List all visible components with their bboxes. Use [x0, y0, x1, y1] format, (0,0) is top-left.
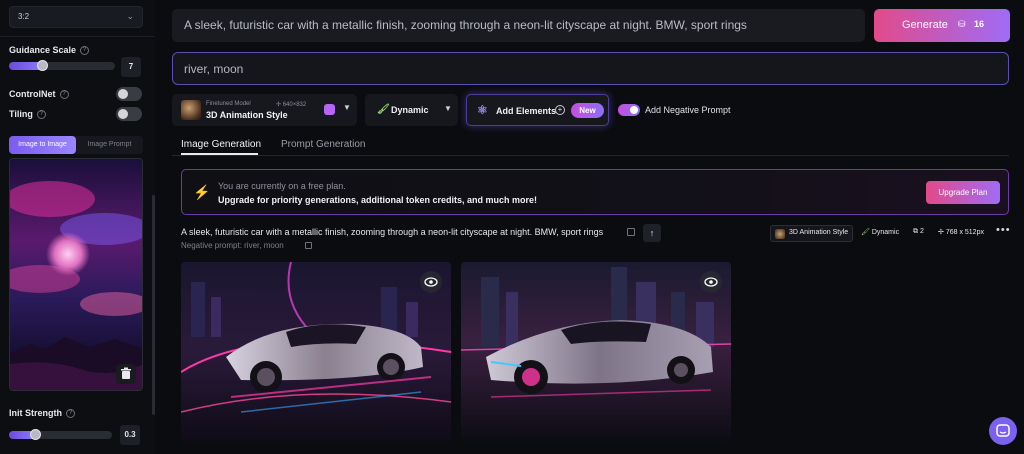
- images-icon: ⧉: [913, 228, 918, 235]
- generation-size-text: 768 x 512px: [945, 229, 984, 236]
- tab-image-generation[interactable]: Image Generation: [181, 139, 261, 150]
- copy-icon[interactable]: [627, 228, 635, 236]
- controlnet-toggle[interactable]: [116, 87, 142, 101]
- caret-down-icon: ▼: [343, 103, 351, 112]
- help-icon[interactable]: ?: [66, 409, 75, 419]
- caret-down-icon: ▼: [444, 104, 452, 113]
- negative-prompt-toggle-label[interactable]: Add Negative Prompt: [645, 105, 731, 115]
- more-options-icon[interactable]: •••: [996, 224, 1011, 236]
- model-dimensions-text: 640×832: [282, 102, 307, 108]
- help-icon[interactable]: ?: [80, 46, 90, 56]
- controlnet-label-text: ControlNet: [9, 89, 56, 99]
- generated-image-art: [461, 262, 731, 442]
- tiling-label: Tiling?: [9, 109, 46, 120]
- generated-image-art: [181, 262, 451, 442]
- guidance-scale-slider[interactable]: [9, 60, 115, 71]
- init-image-art: [10, 159, 142, 390]
- generation-model-badge: 3D Animation Style: [770, 225, 854, 242]
- guidance-scale-label: Guidance Scale?: [9, 45, 90, 56]
- toggle-knob: [118, 89, 128, 99]
- arrow-up-icon[interactable]: ↑: [643, 224, 661, 242]
- guidance-scale-label-text: Guidance Scale: [9, 45, 77, 55]
- generation-style-text: Dynamic: [871, 229, 900, 236]
- slider-handle[interactable]: [30, 429, 41, 440]
- guidance-scale-value[interactable]: 7: [121, 57, 141, 77]
- generated-image[interactable]: [181, 262, 451, 442]
- banner-line-2: Upgrade for priority generations, additi…: [218, 195, 538, 205]
- generation-model-text: 3D Animation Style: [789, 229, 849, 236]
- init-image: [9, 158, 143, 391]
- dimensions-icon: ✢: [938, 229, 944, 236]
- plus-icon: +: [555, 105, 565, 115]
- tiling-label-text: Tiling: [9, 109, 33, 119]
- sidebar-scrollbar[interactable]: [152, 195, 155, 415]
- generation-count: ⧉ 2: [913, 228, 924, 245]
- generation-size: ✢ 768 x 512px: [938, 228, 984, 245]
- tiling-toggle[interactable]: [116, 107, 142, 121]
- generation-count-text: 2: [919, 228, 924, 235]
- active-tab-indicator: [181, 153, 258, 155]
- sidebar: 3:2 ⌄ Guidance Scale? 7 ControlNet? Tili…: [0, 0, 155, 454]
- eye-icon[interactable]: [420, 271, 442, 293]
- add-elements-button[interactable]: ⚛ Add Elements + New: [466, 94, 609, 126]
- upgrade-plan-button[interactable]: Upgrade Plan: [926, 181, 1000, 204]
- add-elements-label: Add Elements: [496, 106, 557, 116]
- model-name: 3D Animation Style: [206, 110, 288, 120]
- slider-handle[interactable]: [37, 60, 48, 71]
- model-dimensions: ✢ 640×832: [276, 102, 307, 108]
- help-icon[interactable]: ?: [59, 90, 69, 100]
- toggle-knob: [630, 106, 638, 114]
- tab-image-prompt[interactable]: Image Prompt: [76, 136, 143, 154]
- chat-icon[interactable]: [989, 417, 1017, 445]
- generation-negative-prompt: Negative prompt: river, moon: [181, 241, 284, 250]
- copy-icon[interactable]: [305, 242, 312, 249]
- style-selector[interactable]: 🖌 Dynamic ▼: [365, 94, 458, 126]
- model-selector[interactable]: Finetuned Model ✢ 640×832 3D Animation S…: [172, 94, 357, 126]
- new-badge: New: [571, 103, 604, 118]
- lightning-icon: ⚡: [193, 184, 211, 200]
- chevron-down-icon: ⌄: [126, 11, 134, 21]
- trash-icon[interactable]: [116, 364, 136, 384]
- generation-negative-text: Negative prompt: river, moon: [181, 241, 284, 250]
- brush-icon: 🖌: [377, 104, 390, 115]
- init-strength-label: Init Strength?: [9, 408, 75, 419]
- divider: [0, 36, 155, 37]
- negative-prompt-toggle[interactable]: [618, 104, 640, 116]
- tab-image-to-image[interactable]: Image to Image: [9, 136, 76, 154]
- generate-button[interactable]: Generate ⛁ 16: [874, 9, 1010, 42]
- init-strength-slider[interactable]: [9, 429, 112, 440]
- aspect-ratio-value: 3:2: [18, 12, 30, 21]
- model-thumbnail: [181, 100, 201, 120]
- negative-prompt-input[interactable]: river, moon: [172, 52, 1009, 85]
- tab-prompt-generation[interactable]: Prompt Generation: [281, 139, 366, 150]
- model-subtitle: Finetuned Model: [206, 101, 251, 107]
- generate-label: Generate: [902, 19, 948, 31]
- controlnet-label: ControlNet?: [9, 89, 69, 100]
- image-guidance-tabs: Image to Image Image Prompt: [9, 136, 143, 154]
- atom-icon: ⚛: [477, 103, 488, 117]
- style-label: Dynamic: [391, 105, 429, 115]
- prompt-input[interactable]: A sleek, futuristic car with a metallic …: [172, 9, 865, 42]
- init-strength-label-text: Init Strength: [9, 408, 62, 418]
- help-icon[interactable]: ?: [36, 110, 46, 120]
- model-thumbnail: [775, 229, 785, 239]
- aspect-ratio-select[interactable]: 3:2 ⌄: [9, 6, 143, 28]
- app: 3:2 ⌄ Guidance Scale? 7 ControlNet? Tili…: [0, 0, 1024, 454]
- token-icon: ⛁: [958, 19, 966, 29]
- palette-icon: [324, 104, 335, 115]
- generation-prompt: A sleek, futuristic car with a metallic …: [181, 227, 604, 237]
- banner-line-1: You are currently on a free plan.: [218, 181, 346, 191]
- tabs-divider: [172, 155, 1009, 156]
- eye-icon[interactable]: [700, 271, 722, 293]
- upgrade-banner: ⚡ You are currently on a free plan. Upgr…: [181, 169, 1009, 215]
- generation-style: 🖌 Dynamic: [861, 228, 899, 245]
- generated-image[interactable]: [461, 262, 731, 442]
- token-cost: 16: [974, 19, 985, 29]
- init-strength-value[interactable]: 0.3: [120, 425, 140, 445]
- toggle-knob: [118, 109, 128, 119]
- brush-icon: 🖌: [861, 229, 870, 236]
